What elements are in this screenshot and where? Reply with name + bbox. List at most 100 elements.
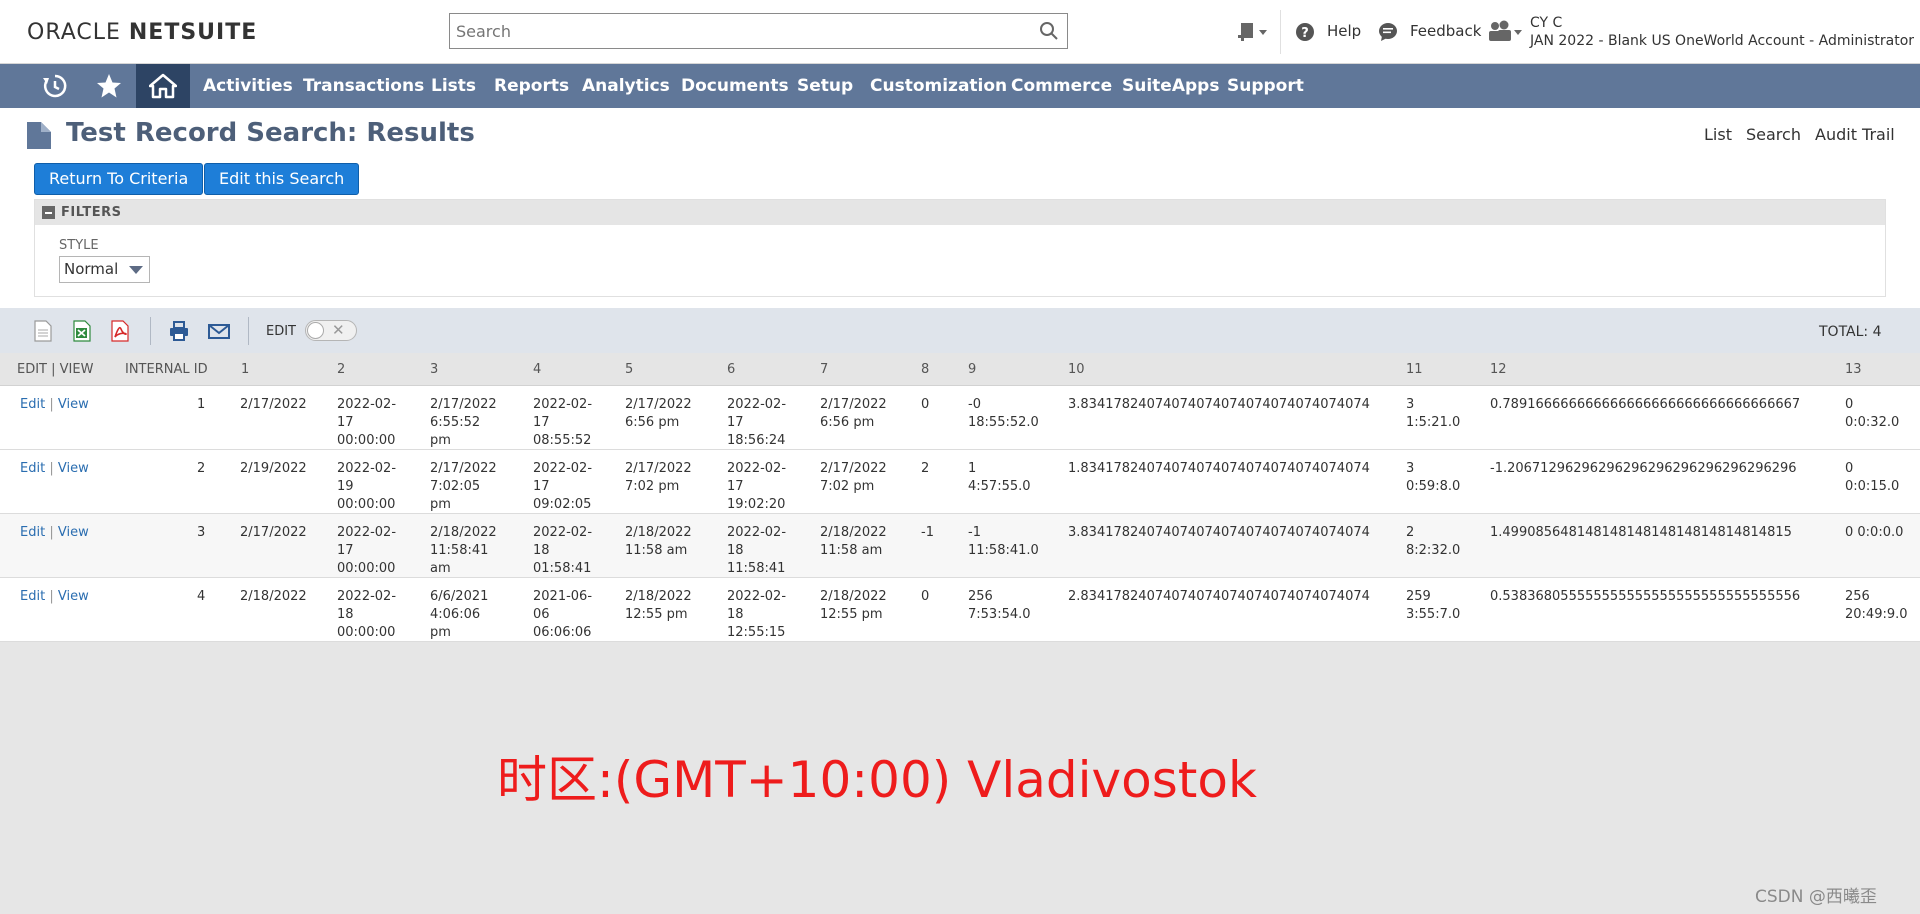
cell-6: 2022-02- 18 11:58:41 — [727, 524, 786, 578]
help-link[interactable]: Help — [1327, 22, 1361, 40]
col-9[interactable]: 9 — [968, 362, 976, 377]
view-link[interactable]: View — [58, 461, 89, 476]
home-button[interactable] — [136, 64, 190, 108]
star-icon — [97, 74, 121, 98]
cell-13: 0 0:0:0.0 — [1845, 524, 1903, 542]
return-to-criteria-button[interactable]: Return To Criteria — [34, 163, 204, 195]
edit-link[interactable]: Edit — [20, 589, 45, 604]
cell-line: 20:49:9.0 — [1845, 607, 1908, 622]
netsuite-logo[interactable]: ORACLE NETSUITE — [27, 20, 257, 45]
collapse-icon[interactable] — [42, 206, 55, 219]
view-link[interactable]: View — [58, 397, 89, 412]
col-12[interactable]: 12 — [1490, 362, 1507, 377]
cell-1: 2/18/2022 — [240, 589, 307, 604]
nav-customization[interactable]: Customization — [870, 76, 1007, 96]
cell-8: 2 — [921, 461, 930, 476]
edit-link[interactable]: Edit — [20, 525, 45, 540]
cell-12: 0.789166666666666666666666666666666667 — [1490, 397, 1801, 412]
user-name[interactable]: CY C — [1530, 15, 1562, 31]
nav-commerce[interactable]: Commerce — [1011, 76, 1112, 96]
view-link[interactable]: View — [58, 589, 89, 604]
cell-line: 17 — [727, 415, 744, 430]
cell-13: 256 20:49:9.0 — [1845, 588, 1908, 624]
nav-lists[interactable]: Lists — [431, 76, 476, 96]
col-13[interactable]: 13 — [1845, 362, 1862, 377]
col-6[interactable]: 6 — [727, 362, 735, 377]
audit-trail-link[interactable]: Audit Trail — [1815, 125, 1895, 144]
edit-search-button[interactable]: Edit this Search — [204, 163, 360, 195]
home-icon — [149, 73, 177, 99]
csv-icon[interactable] — [32, 320, 54, 342]
nav-suiteapps[interactable]: SuiteApps — [1122, 76, 1219, 96]
nav-reports[interactable]: Reports — [494, 76, 569, 96]
col-8[interactable]: 8 — [921, 362, 929, 377]
list-link[interactable]: List — [1704, 125, 1732, 144]
cell-line: 17 — [337, 543, 354, 558]
cell-5: 2/18/2022 11:58 am — [625, 524, 692, 560]
role-icon[interactable] — [1487, 20, 1523, 44]
col-edit-view[interactable]: EDIT | VIEW — [17, 362, 93, 377]
filters-title: FILTERS — [61, 205, 122, 220]
style-select[interactable]: Normal — [59, 256, 150, 283]
pdf-icon[interactable] — [109, 320, 131, 342]
recent-records-button[interactable] — [28, 64, 82, 108]
cell-line: 2/17/2022 — [820, 461, 887, 476]
nav-support[interactable]: Support — [1227, 76, 1304, 96]
logo-oracle: ORACLE — [27, 20, 129, 45]
feedback-link[interactable]: Feedback — [1410, 22, 1481, 40]
cell-line: 18 — [533, 543, 550, 558]
cell-13: 0 0:0:32.0 — [1845, 396, 1899, 432]
col-10[interactable]: 10 — [1068, 362, 1085, 377]
col-internal-id[interactable]: INTERNAL ID — [125, 362, 208, 377]
create-new-icon[interactable] — [1238, 22, 1268, 44]
cell-line: 17 — [727, 479, 744, 494]
edit-mode-toggle[interactable]: ✕ — [305, 320, 357, 341]
cell-8: -1 — [921, 525, 934, 540]
col-7[interactable]: 7 — [820, 362, 828, 377]
search-icon[interactable] — [1039, 21, 1059, 41]
print-icon[interactable] — [168, 320, 190, 342]
cell-11: 2 8:2:32.0 — [1406, 524, 1460, 560]
row-actions: Edit | View — [20, 524, 89, 542]
shortcuts-button[interactable] — [82, 64, 136, 108]
cell-6: 2022-02- 17 19:02:20 — [727, 460, 786, 514]
cell-line: 2/17/2022 — [430, 461, 497, 476]
nav-documents[interactable]: Documents — [681, 76, 789, 96]
filters-header[interactable]: FILTERS — [35, 200, 1885, 225]
cell-line: 18 — [337, 607, 354, 622]
help-icon[interactable]: ? — [1295, 22, 1315, 42]
cell-4: 2022-02- 18 01:58:41 — [533, 524, 592, 578]
search-input[interactable] — [450, 14, 1010, 48]
col-4[interactable]: 4 — [533, 362, 541, 377]
nav-setup[interactable]: Setup — [797, 76, 853, 96]
col-3[interactable]: 3 — [430, 362, 438, 377]
feedback-icon[interactable] — [1378, 22, 1398, 42]
table-row: Edit | View 3 2/17/2022 2022-02- 17 00:00:… — [0, 514, 1920, 578]
action-separator: | — [49, 461, 54, 476]
cell-11: 3 1:5:21.0 — [1406, 396, 1460, 432]
col-2[interactable]: 2 — [337, 362, 345, 377]
cell-line: 2022-02- — [337, 397, 397, 412]
cell-line: 2/18/2022 — [820, 589, 887, 604]
cell-internal-id: 3 — [197, 525, 206, 540]
cell-line: 0 0:0:0.0 — [1845, 525, 1904, 540]
edit-link[interactable]: Edit — [20, 461, 45, 476]
account-description[interactable]: JAN 2022 - Blank US OneWorld Account - A… — [1530, 33, 1914, 49]
excel-icon[interactable] — [71, 320, 93, 342]
col-1[interactable]: 1 — [241, 362, 249, 377]
nav-analytics[interactable]: Analytics — [582, 76, 670, 96]
view-link[interactable]: View — [58, 525, 89, 540]
nav-activities[interactable]: Activities — [203, 76, 293, 96]
cell-internal-id: 4 — [197, 589, 206, 604]
cell-line: 00:00:00 — [337, 497, 396, 512]
list-toolbar: EDIT ✕ TOTAL: 4 — [0, 308, 1920, 353]
cell-4: 2022-02- 17 09:02:05 — [533, 460, 592, 514]
nav-transactions[interactable]: Transactions — [303, 76, 424, 96]
col-5[interactable]: 5 — [625, 362, 633, 377]
email-icon[interactable] — [208, 320, 230, 342]
cell-line: 00:00:00 — [337, 561, 396, 576]
search-link[interactable]: Search — [1746, 125, 1801, 144]
edit-link[interactable]: Edit — [20, 397, 45, 412]
col-11[interactable]: 11 — [1406, 362, 1423, 377]
global-search[interactable] — [449, 13, 1068, 49]
